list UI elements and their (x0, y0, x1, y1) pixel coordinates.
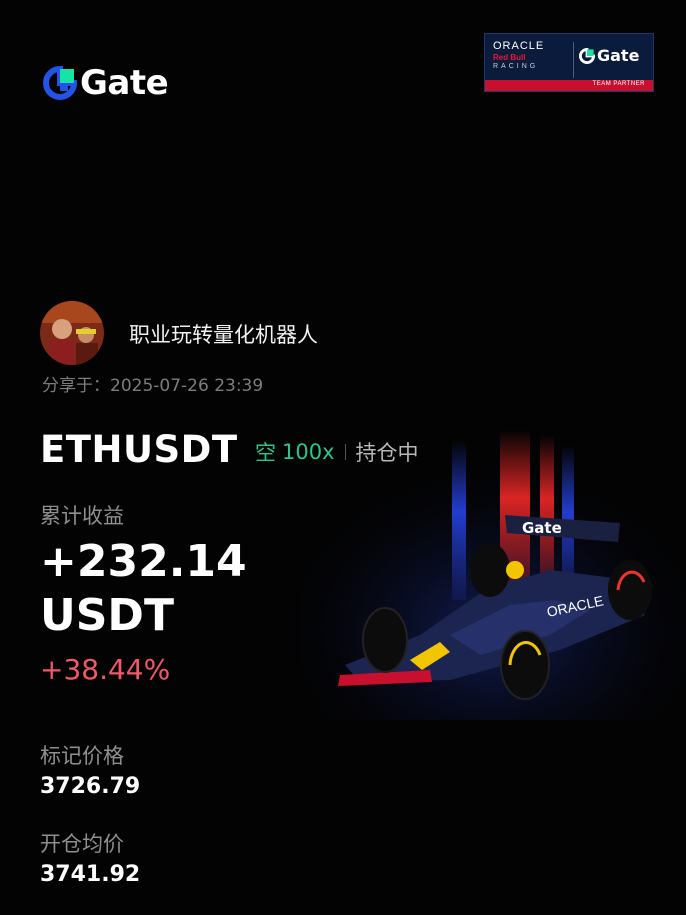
oracle-text: ORACLE (493, 40, 545, 52)
position-status: 持仓中 (355, 441, 419, 465)
avatar-photo (40, 301, 104, 365)
gate-logo-text: Gate (80, 63, 169, 103)
pnl-unit: USDT (40, 590, 174, 641)
position-leverage: 100x (282, 440, 335, 464)
trading-pair: ETHUSDT (40, 428, 238, 471)
partner-strip: TEAM PARTNER (485, 80, 653, 91)
team-partner-text: TEAM PARTNER (592, 81, 645, 87)
position-divider (344, 444, 346, 460)
gate-logo: Gate (43, 63, 169, 103)
pnl-label: 累计收益 (40, 504, 124, 528)
gate-logo-icon (43, 66, 77, 100)
pnl-value: +232.14 (40, 536, 247, 587)
gate-small-icon (579, 47, 595, 64)
partner-gate-text: Gate (597, 46, 640, 65)
open-price-label: 开仓均价 (40, 832, 124, 856)
shared-timestamp: 分享于：2025-07-26 23:39 (42, 376, 264, 396)
pnl-percent: +38.44% (40, 653, 171, 686)
partner-divider (573, 42, 574, 78)
car-gate-livery: Gate (522, 519, 562, 537)
open-price-value: 3741.92 (40, 862, 141, 887)
team-partner-badge: ORACLE Red Bull RACING Gate TEAM PARTNER (484, 33, 654, 92)
position-side: 空 (255, 441, 276, 465)
mark-price-value: 3726.79 (40, 774, 141, 799)
username: 职业玩转量化机器人 (129, 323, 318, 347)
redbull-text: Red Bull (493, 53, 526, 62)
position-info: 空 100x 持仓中 (255, 437, 419, 467)
mark-price-label: 标记价格 (40, 744, 124, 768)
racing-text: RACING (493, 63, 539, 70)
avatar[interactable] (40, 301, 104, 365)
